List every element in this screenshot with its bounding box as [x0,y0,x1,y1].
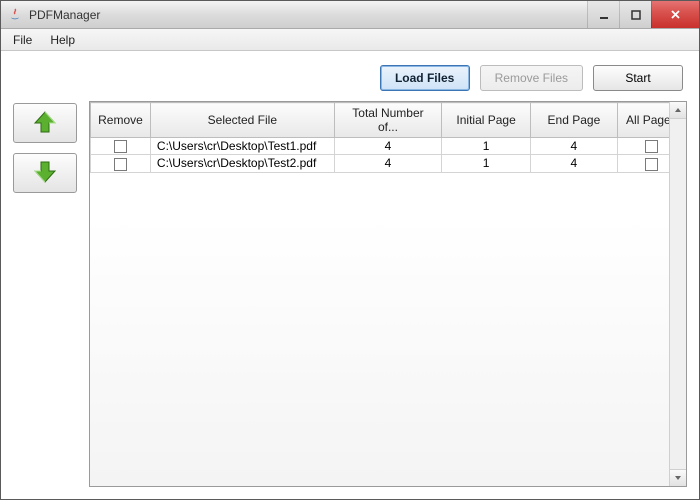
cell-initial[interactable]: 1 [442,155,531,172]
cell-end[interactable]: 4 [531,138,618,155]
scroll-up-icon[interactable] [670,102,686,119]
cell-initial[interactable]: 1 [442,138,531,155]
vertical-scrollbar[interactable] [669,102,686,486]
start-button[interactable]: Start [593,65,683,91]
cell-end[interactable]: 4 [531,155,618,172]
checkbox-icon[interactable] [645,158,658,171]
close-button[interactable] [651,1,699,28]
arrow-down-icon [31,158,59,189]
maximize-button[interactable] [619,1,651,28]
arrow-up-icon [31,108,59,139]
toolbar: Load Files Remove Files Start [13,61,687,101]
table-row[interactable]: C:\Users\cr\Desktop\Test2.pdf 4 1 4 [91,155,686,172]
move-up-button[interactable] [13,103,77,143]
window-controls [587,1,699,28]
titlebar: PDFManager [1,1,699,29]
scroll-down-icon[interactable] [670,469,686,486]
cell-remove[interactable] [91,155,151,172]
cell-remove[interactable] [91,138,151,155]
file-table-container: Remove Selected File Total Number of... … [89,101,687,487]
checkbox-icon[interactable] [114,158,127,171]
checkbox-icon[interactable] [114,140,127,153]
col-header-initial[interactable]: Initial Page [442,103,531,138]
load-files-button[interactable]: Load Files [380,65,470,91]
reorder-buttons [13,101,77,487]
col-header-total[interactable]: Total Number of... [334,103,441,138]
col-header-remove[interactable]: Remove [91,103,151,138]
table-header-row: Remove Selected File Total Number of... … [91,103,686,138]
main-row: Remove Selected File Total Number of... … [13,101,687,487]
cell-total: 4 [334,138,441,155]
col-header-file[interactable]: Selected File [150,103,334,138]
cell-file[interactable]: C:\Users\cr\Desktop\Test1.pdf [150,138,334,155]
file-table: Remove Selected File Total Number of... … [90,102,686,173]
app-window: PDFManager File Help Load Files Remove F… [0,0,700,500]
move-down-button[interactable] [13,153,77,193]
window-title: PDFManager [29,8,587,22]
minimize-button[interactable] [587,1,619,28]
content-area: Load Files Remove Files Start [1,51,699,499]
checkbox-icon[interactable] [645,140,658,153]
menubar: File Help [1,29,699,51]
java-app-icon [7,7,23,23]
col-header-end[interactable]: End Page [531,103,618,138]
remove-files-button[interactable]: Remove Files [480,65,583,91]
table-row[interactable]: C:\Users\cr\Desktop\Test1.pdf 4 1 4 [91,138,686,155]
menu-file[interactable]: File [5,31,40,49]
cell-file[interactable]: C:\Users\cr\Desktop\Test2.pdf [150,155,334,172]
menu-help[interactable]: Help [42,31,83,49]
cell-total: 4 [334,155,441,172]
